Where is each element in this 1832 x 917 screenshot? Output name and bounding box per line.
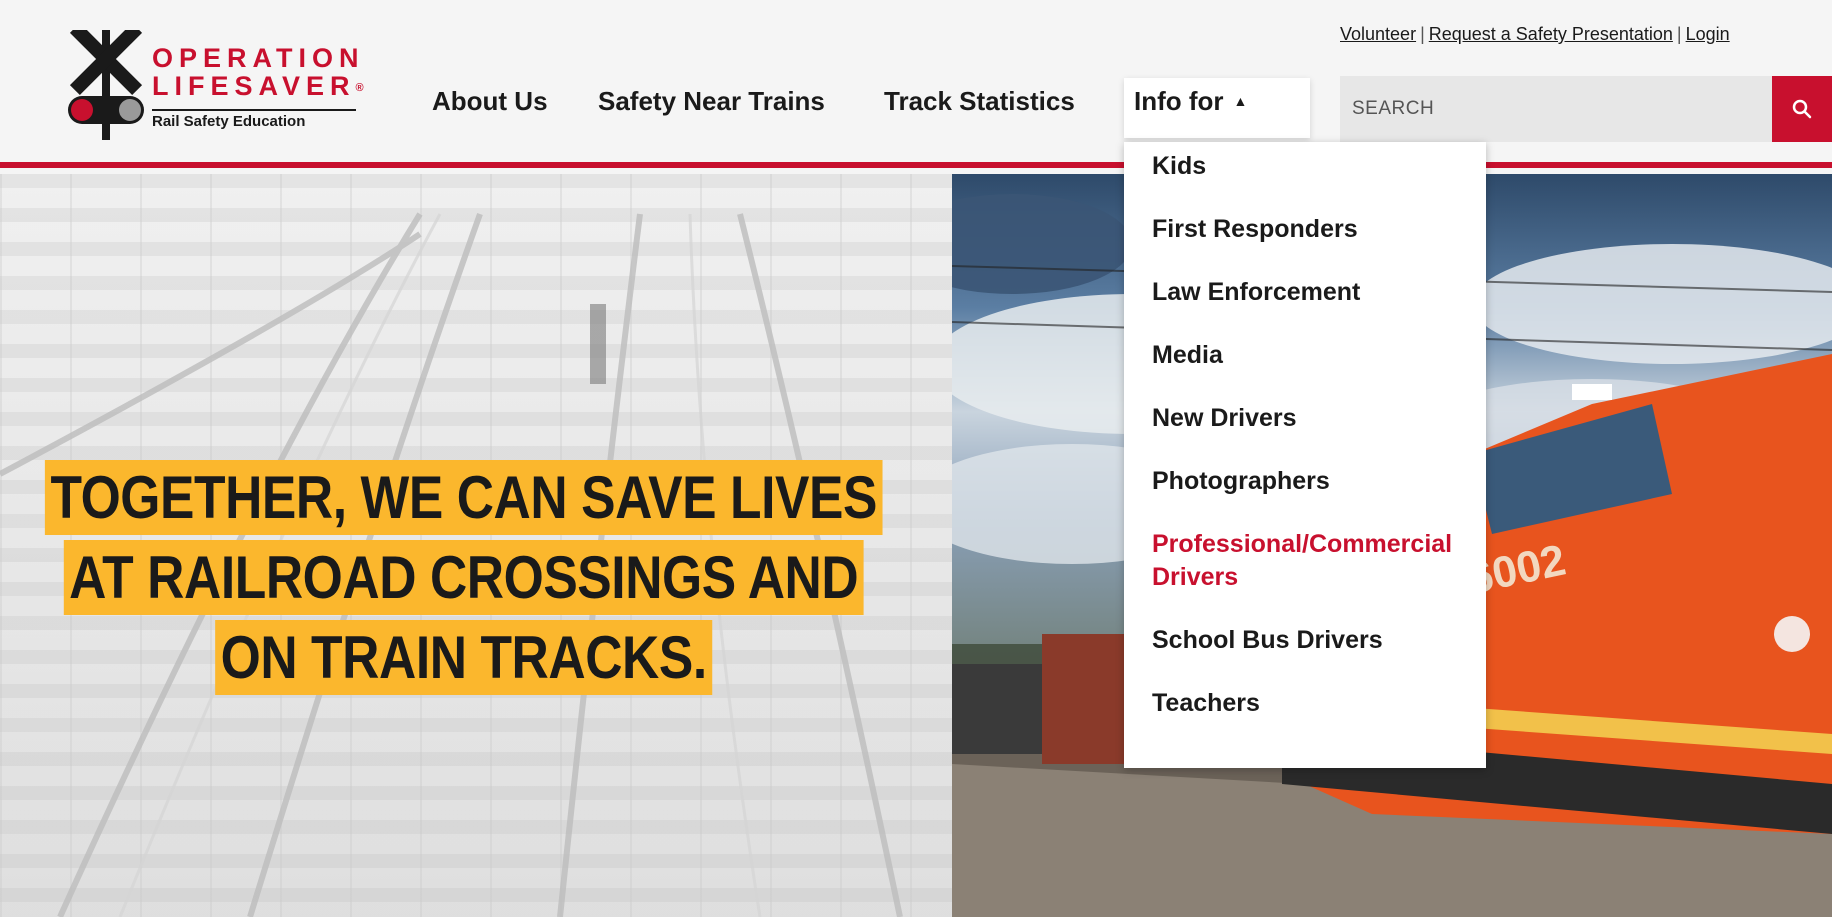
nav-about-us[interactable]: About Us (432, 86, 548, 117)
brand-name: OPERATION LIFESAVER® (152, 44, 365, 100)
nav-safety-near-trains[interactable]: Safety Near Trains (598, 86, 825, 117)
brand-tagline: Rail Safety Education (152, 109, 356, 130)
separator: | (1420, 24, 1425, 44)
volunteer-link[interactable]: Volunteer (1340, 24, 1416, 44)
dropdown-item-new-drivers[interactable]: New Drivers (1124, 402, 1486, 435)
headline-line-1: TOGETHER, WE CAN SAVE LIVES (45, 460, 883, 535)
login-link[interactable]: Login (1686, 24, 1730, 44)
brand-line2: LIFESAVER® (152, 71, 364, 101)
request-presentation-link[interactable]: Request a Safety Presentation (1429, 24, 1673, 44)
search-input[interactable] (1340, 76, 1772, 142)
dropdown-item-law-enforcement[interactable]: Law Enforcement (1124, 276, 1486, 309)
separator: | (1676, 24, 1682, 44)
registered-mark: ® (355, 82, 364, 94)
dropdown-item-school-bus-drivers[interactable]: School Bus Drivers (1124, 624, 1486, 657)
nav-info-for-label: Info for (1134, 86, 1224, 116)
site-logo[interactable]: OPERATION LIFESAVER® Rail Safety Educati… (66, 30, 364, 140)
hero-tracks-background: TOGETHER, WE CAN SAVE LIVES AT RAILROAD … (0, 174, 952, 917)
railroad-crossing-icon (68, 30, 144, 140)
site-header: OPERATION LIFESAVER® Rail Safety Educati… (0, 0, 1832, 168)
headline-line-3: ON TRAIN TRACKS. (215, 620, 712, 695)
dropdown-item-media[interactable]: Media (1124, 339, 1486, 372)
headline-line-2: AT RAILROAD CROSSINGS AND (64, 540, 864, 615)
nav-info-for[interactable]: Info for ▲ (1134, 86, 1247, 117)
brand-line1: OPERATION (152, 43, 365, 73)
info-for-dropdown: Kids First Responders Law Enforcement Me… (1124, 142, 1486, 768)
nav-track-statistics[interactable]: Track Statistics (884, 86, 1075, 117)
dropdown-item-teachers[interactable]: Teachers (1124, 687, 1486, 720)
dropdown-item-first-responders[interactable]: First Responders (1124, 213, 1486, 246)
hero-headline: TOGETHER, WE CAN SAVE LIVES AT RAILROAD … (38, 458, 889, 698)
dropdown-item-photographers[interactable]: Photographers (1124, 465, 1486, 498)
dropdown-item-professional-commercial-drivers[interactable]: Professional/Commercial Drivers (1124, 528, 1486, 594)
dropdown-item-kids[interactable]: Kids (1124, 150, 1486, 183)
search-button[interactable] (1772, 76, 1832, 142)
search-icon (1792, 99, 1812, 119)
utility-links: Volunteer | Request a Safety Presentation |… (1340, 24, 1832, 45)
caret-up-icon: ▲ (1233, 92, 1248, 109)
